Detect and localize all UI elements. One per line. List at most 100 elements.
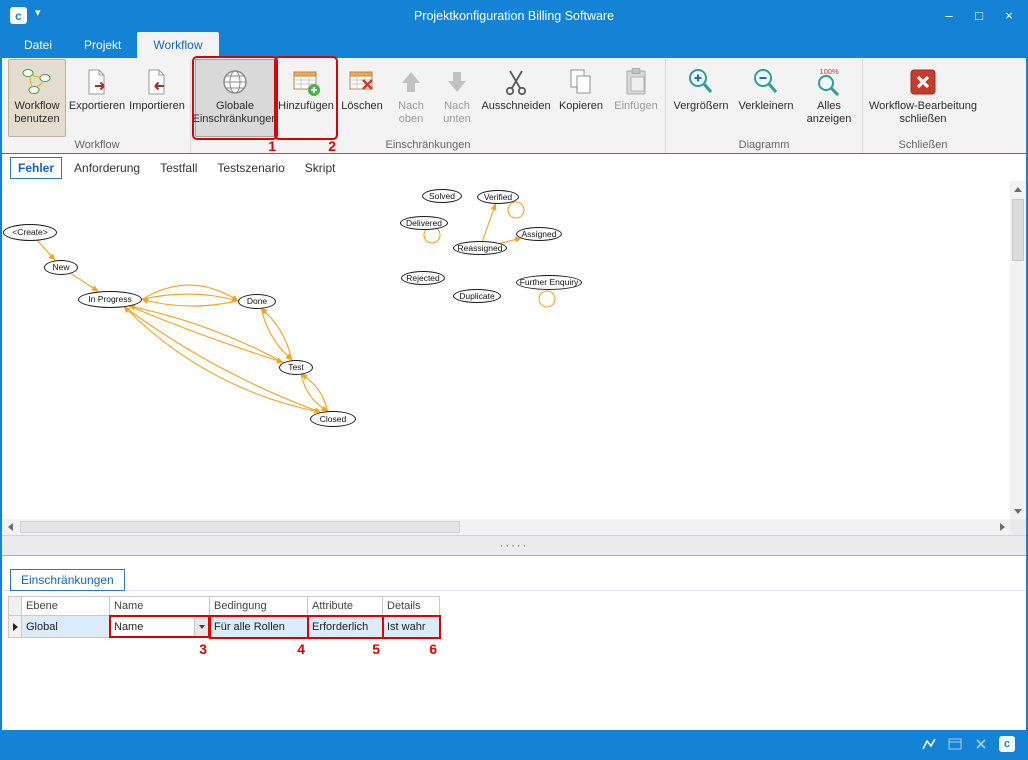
name-dropdown-value: Name — [110, 621, 194, 633]
workflow-node[interactable]: Assigned — [516, 227, 562, 241]
nach-oben-button[interactable]: Nach oben — [389, 59, 433, 137]
workflow-node[interactable]: Reassigned — [453, 241, 507, 255]
status-app-letter: c — [1004, 738, 1010, 750]
zoom-in-icon — [685, 64, 717, 100]
button-label: Workflow-Bearbeitung schließen — [868, 100, 978, 125]
einfuegen-button[interactable]: Einfügen — [611, 59, 661, 137]
scroll-right-button[interactable] — [994, 519, 1010, 535]
tab-skript[interactable]: Skript — [297, 157, 344, 179]
triangle-down-icon — [1014, 509, 1022, 514]
exportieren-button[interactable]: Exportieren — [68, 59, 126, 137]
horizontal-scrollbar[interactable] — [2, 519, 1010, 535]
row-indicator-cell — [8, 616, 22, 638]
tab-testszenario[interactable]: Testszenario — [209, 157, 292, 179]
cell-bedingung[interactable]: Für alle Rollen 4 — [210, 616, 308, 638]
button-label: Alles anzeigen — [801, 100, 857, 125]
zoom-badge: 100% — [819, 67, 839, 76]
horizontal-scroll-thumb[interactable] — [20, 521, 460, 533]
button-label: Hinzufügen — [278, 100, 334, 113]
close-red-icon — [907, 64, 939, 100]
tab-fehler[interactable]: Fehler — [10, 157, 62, 179]
workflow-bearbeitung-schliessen-button[interactable]: Workflow-Bearbeitung schließen — [867, 59, 979, 137]
ausschneiden-button[interactable]: Ausschneiden — [481, 59, 551, 137]
chevron-glyph — [199, 625, 205, 629]
cell-details[interactable]: Ist wahr 6 — [383, 616, 440, 638]
menu-tab-datei[interactable]: Datei — [8, 32, 68, 58]
workflow-canvas[interactable]: <Create> New In Progress Done Test Closed Solv… — [2, 181, 1010, 519]
grid-data-row[interactable]: Global Name 3 Für alle Rollen 4 Erforder… — [8, 616, 440, 638]
ribbon-group-label: Diagramm — [669, 138, 859, 153]
hinzufuegen-button[interactable]: Hinzufügen 2 — [277, 59, 335, 137]
constraints-grid: Ebene Name Bedingung Attribute Details G… — [8, 596, 440, 638]
workflow-node[interactable]: Further Enquiry — [516, 275, 582, 290]
loeschen-button[interactable]: Löschen — [337, 59, 387, 137]
status-bar: c — [2, 730, 1026, 758]
copy-icon — [565, 64, 597, 100]
workflow-node[interactable]: New — [44, 260, 78, 275]
tab-anforderung[interactable]: Anforderung — [66, 157, 148, 179]
triangle-right-icon — [1000, 523, 1005, 531]
pane-splitter[interactable]: ····· — [2, 535, 1026, 555]
row-marker-icon — [13, 623, 18, 631]
ribbon-group-label: Workflow — [7, 138, 187, 153]
kopieren-button[interactable]: Kopieren — [553, 59, 609, 137]
workflow-node[interactable]: Duplicate — [453, 289, 501, 303]
annotation-2: 2 — [328, 138, 336, 154]
zoom-out-icon — [750, 64, 782, 100]
alles-anzeigen-button[interactable]: 100% Alles anzeigen — [800, 59, 858, 137]
header-name: Name — [110, 596, 210, 616]
status-app-icon[interactable]: c — [998, 735, 1016, 753]
workflow-node[interactable]: Solved — [422, 189, 462, 203]
annotation-1: 1 — [268, 138, 276, 154]
table-add-icon — [290, 64, 322, 100]
scroll-up-button[interactable] — [1010, 181, 1026, 197]
workflow-node[interactable]: Rejected — [401, 271, 445, 285]
header-details: Details — [383, 596, 440, 616]
vertical-scrollbar[interactable] — [1010, 181, 1026, 519]
tab-einschraenkungen[interactable]: Einschränkungen — [10, 569, 125, 591]
cell-name[interactable]: Name 3 — [110, 616, 210, 638]
workflow-node[interactable]: Closed — [310, 411, 356, 427]
tab-testfall[interactable]: Testfall — [152, 157, 205, 179]
button-label: Globale Einschränkungen — [193, 100, 278, 125]
name-dropdown[interactable]: Name — [110, 616, 209, 637]
status-icons: c — [920, 730, 1016, 758]
vertical-scroll-thumb[interactable] — [1012, 199, 1024, 261]
scroll-down-button[interactable] — [1010, 503, 1026, 519]
chevron-down-icon[interactable] — [194, 616, 209, 637]
window-controls: – □ × — [934, 2, 1024, 28]
status-diagram-icon[interactable] — [920, 735, 938, 753]
minimize-button[interactable]: – — [934, 2, 964, 28]
vergroessern-button[interactable]: Vergrößern — [670, 59, 732, 137]
globale-einschraenkungen-button[interactable]: Globale Einschränkungen 1 — [195, 59, 275, 137]
verkleinern-button[interactable]: Verkleinern — [734, 59, 798, 137]
title-bar: c ▾ Projektkonfiguration Billing Softwar… — [2, 2, 1026, 30]
maximize-button[interactable]: □ — [964, 2, 994, 28]
menu-tab-projekt[interactable]: Projekt — [68, 32, 137, 58]
importieren-button[interactable]: Importieren — [128, 59, 186, 137]
scroll-left-button[interactable] — [2, 519, 18, 535]
workflow-benutzen-button[interactable]: Workflow benutzen — [8, 59, 66, 137]
status-close-icon[interactable] — [972, 735, 990, 753]
workflow-node[interactable]: <Create> — [3, 224, 57, 241]
grid-header-row: Ebene Name Bedingung Attribute Details — [8, 596, 440, 616]
status-window-icon[interactable] — [946, 735, 964, 753]
nach-unten-button[interactable]: Nach unten — [435, 59, 479, 137]
cell-ebene[interactable]: Global — [22, 616, 110, 638]
close-button[interactable]: × — [994, 2, 1024, 28]
clipboard-icon — [620, 64, 652, 100]
annotation-6: 6 — [429, 641, 437, 657]
export-icon — [81, 64, 113, 100]
workflow-node[interactable]: Test — [279, 360, 313, 375]
workflow-node[interactable]: Delivered — [400, 216, 448, 230]
workflow-node[interactable]: In Progress — [78, 291, 142, 308]
workflow-node[interactable]: Done — [238, 294, 276, 309]
scissors-icon — [500, 64, 532, 100]
button-label: Nach unten — [436, 100, 478, 125]
cell-attribute-value: Erforderlich — [312, 621, 368, 633]
workflow-nodes-layer: <Create> New In Progress Done Test Closed Solv… — [2, 181, 1010, 519]
app-window: c ▾ Projektkonfiguration Billing Softwar… — [0, 0, 1028, 760]
menu-tab-workflow[interactable]: Workflow — [137, 32, 218, 58]
cell-attribute[interactable]: Erforderlich 5 — [308, 616, 383, 638]
workflow-node[interactable]: Verified — [477, 190, 519, 204]
